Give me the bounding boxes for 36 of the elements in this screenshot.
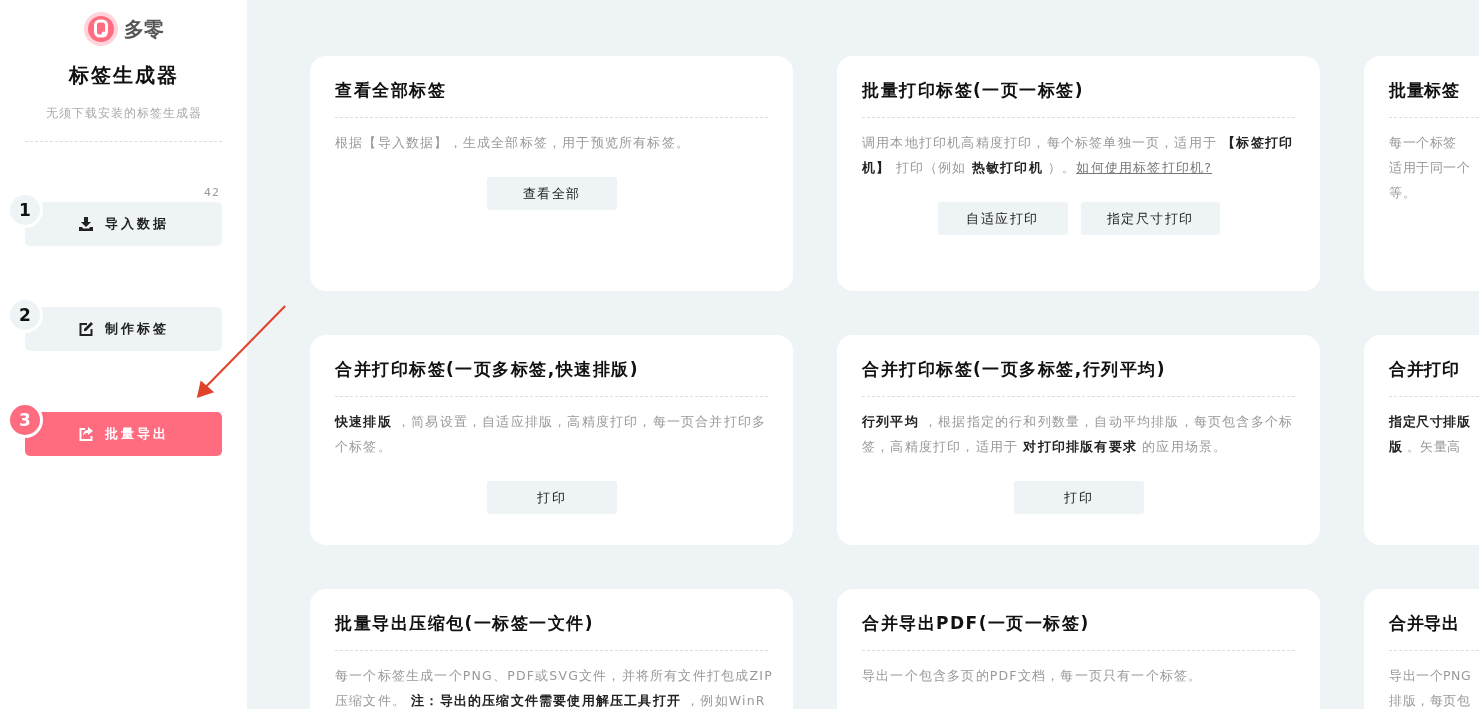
description-text: 排版，每页包 <box>1389 692 1470 709</box>
action-button[interactable]: 打印 <box>486 481 617 514</box>
card-title: 查看全部标签 <box>335 79 447 102</box>
description-text: 签，高精度打印，适用于 对打印排版有要求 的应用场景。 <box>862 438 1229 456</box>
description-text: 压缩文件。 注：导出的压缩文件需要使用解压工具打开 ，例如WinR <box>335 692 767 709</box>
description-text: 根据【导入数据】，生成全部标签，用于预览所有标签。 <box>335 134 691 152</box>
description-text: 个标签。 <box>335 438 393 456</box>
description-text: 行列平均 ，根据指定的行和列数量，自动平均排版，每页包含多个标 <box>862 413 1295 431</box>
card-title: 合并打印标签(一页多标签,行列平均) <box>862 358 1167 381</box>
logo-text: 多零 <box>123 15 164 43</box>
app-title: 标签生成器 <box>68 62 179 89</box>
card-title: 合并打印标签(一页多标签,快速排版) <box>335 358 640 381</box>
download-icon <box>78 217 93 231</box>
action-button[interactable]: 查看全部 <box>486 177 617 210</box>
description-text: 机】 打印（例如 热敏打印机 ）。 <box>862 160 1077 175</box>
count-label: 42 <box>204 186 220 199</box>
description-text: 指定尺寸排版 <box>1389 413 1470 431</box>
action-button[interactable]: 指定尺寸打印 <box>1080 202 1220 235</box>
share-icon <box>78 427 93 441</box>
description-text: 版 。矢量高 <box>1389 438 1461 456</box>
action-button[interactable]: 自适应打印 <box>937 202 1068 235</box>
help-link[interactable]: 如何使用标签打印机? <box>1076 160 1212 175</box>
action-button[interactable]: 打印 <box>1013 481 1144 514</box>
app-subtitle: 无须下载安装的标签生成器 <box>45 105 202 122</box>
step-number: 1 <box>7 192 43 228</box>
card-title: 批量导出压缩包(一标签一文件) <box>335 612 596 635</box>
card-title: 批量标签 <box>1389 79 1459 102</box>
description-text: 等。 <box>1389 184 1416 202</box>
edit-icon <box>78 322 93 336</box>
card-title: 合并打印 <box>1389 358 1459 381</box>
step-number: 3 <box>7 402 43 438</box>
card-title: 合并导出 <box>1389 612 1459 635</box>
logo-icon <box>83 12 118 46</box>
card-title: 批量打印标签(一页一标签) <box>862 79 1086 102</box>
step-number: 2 <box>7 297 43 333</box>
card-title: 合并导出PDF(一页一标签) <box>862 612 1091 635</box>
